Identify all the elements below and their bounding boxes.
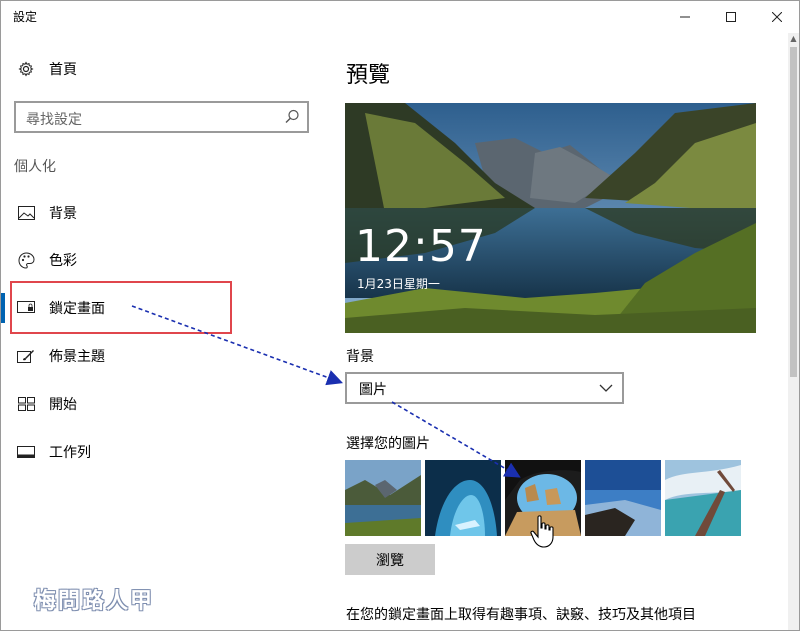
maximize-button[interactable]	[708, 1, 754, 33]
gear-icon	[17, 60, 35, 78]
sidebar-item-background[interactable]: 背景	[1, 191, 331, 235]
background-dropdown[interactable]: 圖片	[345, 372, 624, 404]
page-title: 預覽	[346, 63, 391, 88]
search-input[interactable]: 尋找設定	[14, 101, 309, 133]
picture-thumbnail[interactable]	[425, 460, 501, 536]
choose-picture-label: 選擇您的圖片	[346, 436, 430, 452]
search-placeholder: 尋找設定	[26, 112, 82, 128]
lock-screen-preview: 12:57 1月23日星期一	[345, 103, 756, 333]
maximize-icon	[726, 12, 736, 22]
title-bar: 設定	[1, 1, 799, 33]
close-button[interactable]	[754, 1, 799, 33]
picture-thumbnail[interactable]	[665, 460, 741, 536]
fun-facts-text: 在您的鎖定畫面上取得有趣事項、訣竅、技巧及其他項目	[346, 607, 696, 623]
sidebar-item-label: 開始	[49, 397, 77, 413]
picture-icon	[17, 204, 35, 222]
picture-thumbnail[interactable]	[585, 460, 661, 536]
watermark-text: 梅問路人甲	[34, 589, 155, 614]
taskbar-icon	[17, 443, 35, 461]
picture-thumbnail[interactable]	[345, 460, 421, 536]
vertical-scrollbar[interactable]: ▲	[788, 33, 799, 630]
minimize-button[interactable]	[662, 1, 708, 33]
close-icon	[772, 12, 782, 22]
sidebar-item-label: 工作列	[49, 445, 91, 461]
sidebar-item-colors[interactable]: 色彩	[1, 238, 331, 282]
background-dropdown-value: 圖片	[359, 382, 387, 398]
preview-landscape-image	[345, 103, 756, 333]
sidebar-item-label: 背景	[49, 206, 77, 222]
preview-date: 1月23日星期一	[357, 277, 440, 291]
sidebar-item-label: 色彩	[49, 253, 77, 269]
hand-pointer-icon	[530, 515, 554, 548]
window-title: 設定	[13, 10, 38, 24]
preview-clock: 12:57	[355, 221, 487, 272]
sidebar-item-taskbar[interactable]: 工作列	[1, 430, 331, 474]
settings-window: 設定 首頁 尋找設定 個人化 背景 色彩 鎖定畫面 佈景主題 開始 工作列 預覽…	[0, 0, 800, 631]
browse-button[interactable]: 瀏覽	[345, 544, 435, 575]
search-icon	[285, 109, 299, 123]
start-icon	[17, 395, 35, 413]
scroll-up-icon[interactable]: ▲	[788, 33, 799, 45]
nav-home-label: 首頁	[49, 62, 77, 78]
scroll-thumb[interactable]	[790, 47, 797, 377]
sidebar-item-start[interactable]: 開始	[1, 382, 331, 426]
section-title: 個人化	[14, 159, 56, 175]
background-label: 背景	[346, 349, 374, 365]
sidebar-item-label: 佈景主題	[49, 349, 105, 365]
nav-home[interactable]: 首頁	[1, 47, 331, 91]
annotation-highlight-box	[10, 281, 232, 334]
chevron-down-icon	[599, 384, 613, 392]
minimize-icon	[680, 16, 690, 18]
brush-icon	[17, 347, 35, 365]
palette-icon	[17, 251, 35, 269]
sidebar-item-themes[interactable]: 佈景主題	[1, 334, 331, 378]
